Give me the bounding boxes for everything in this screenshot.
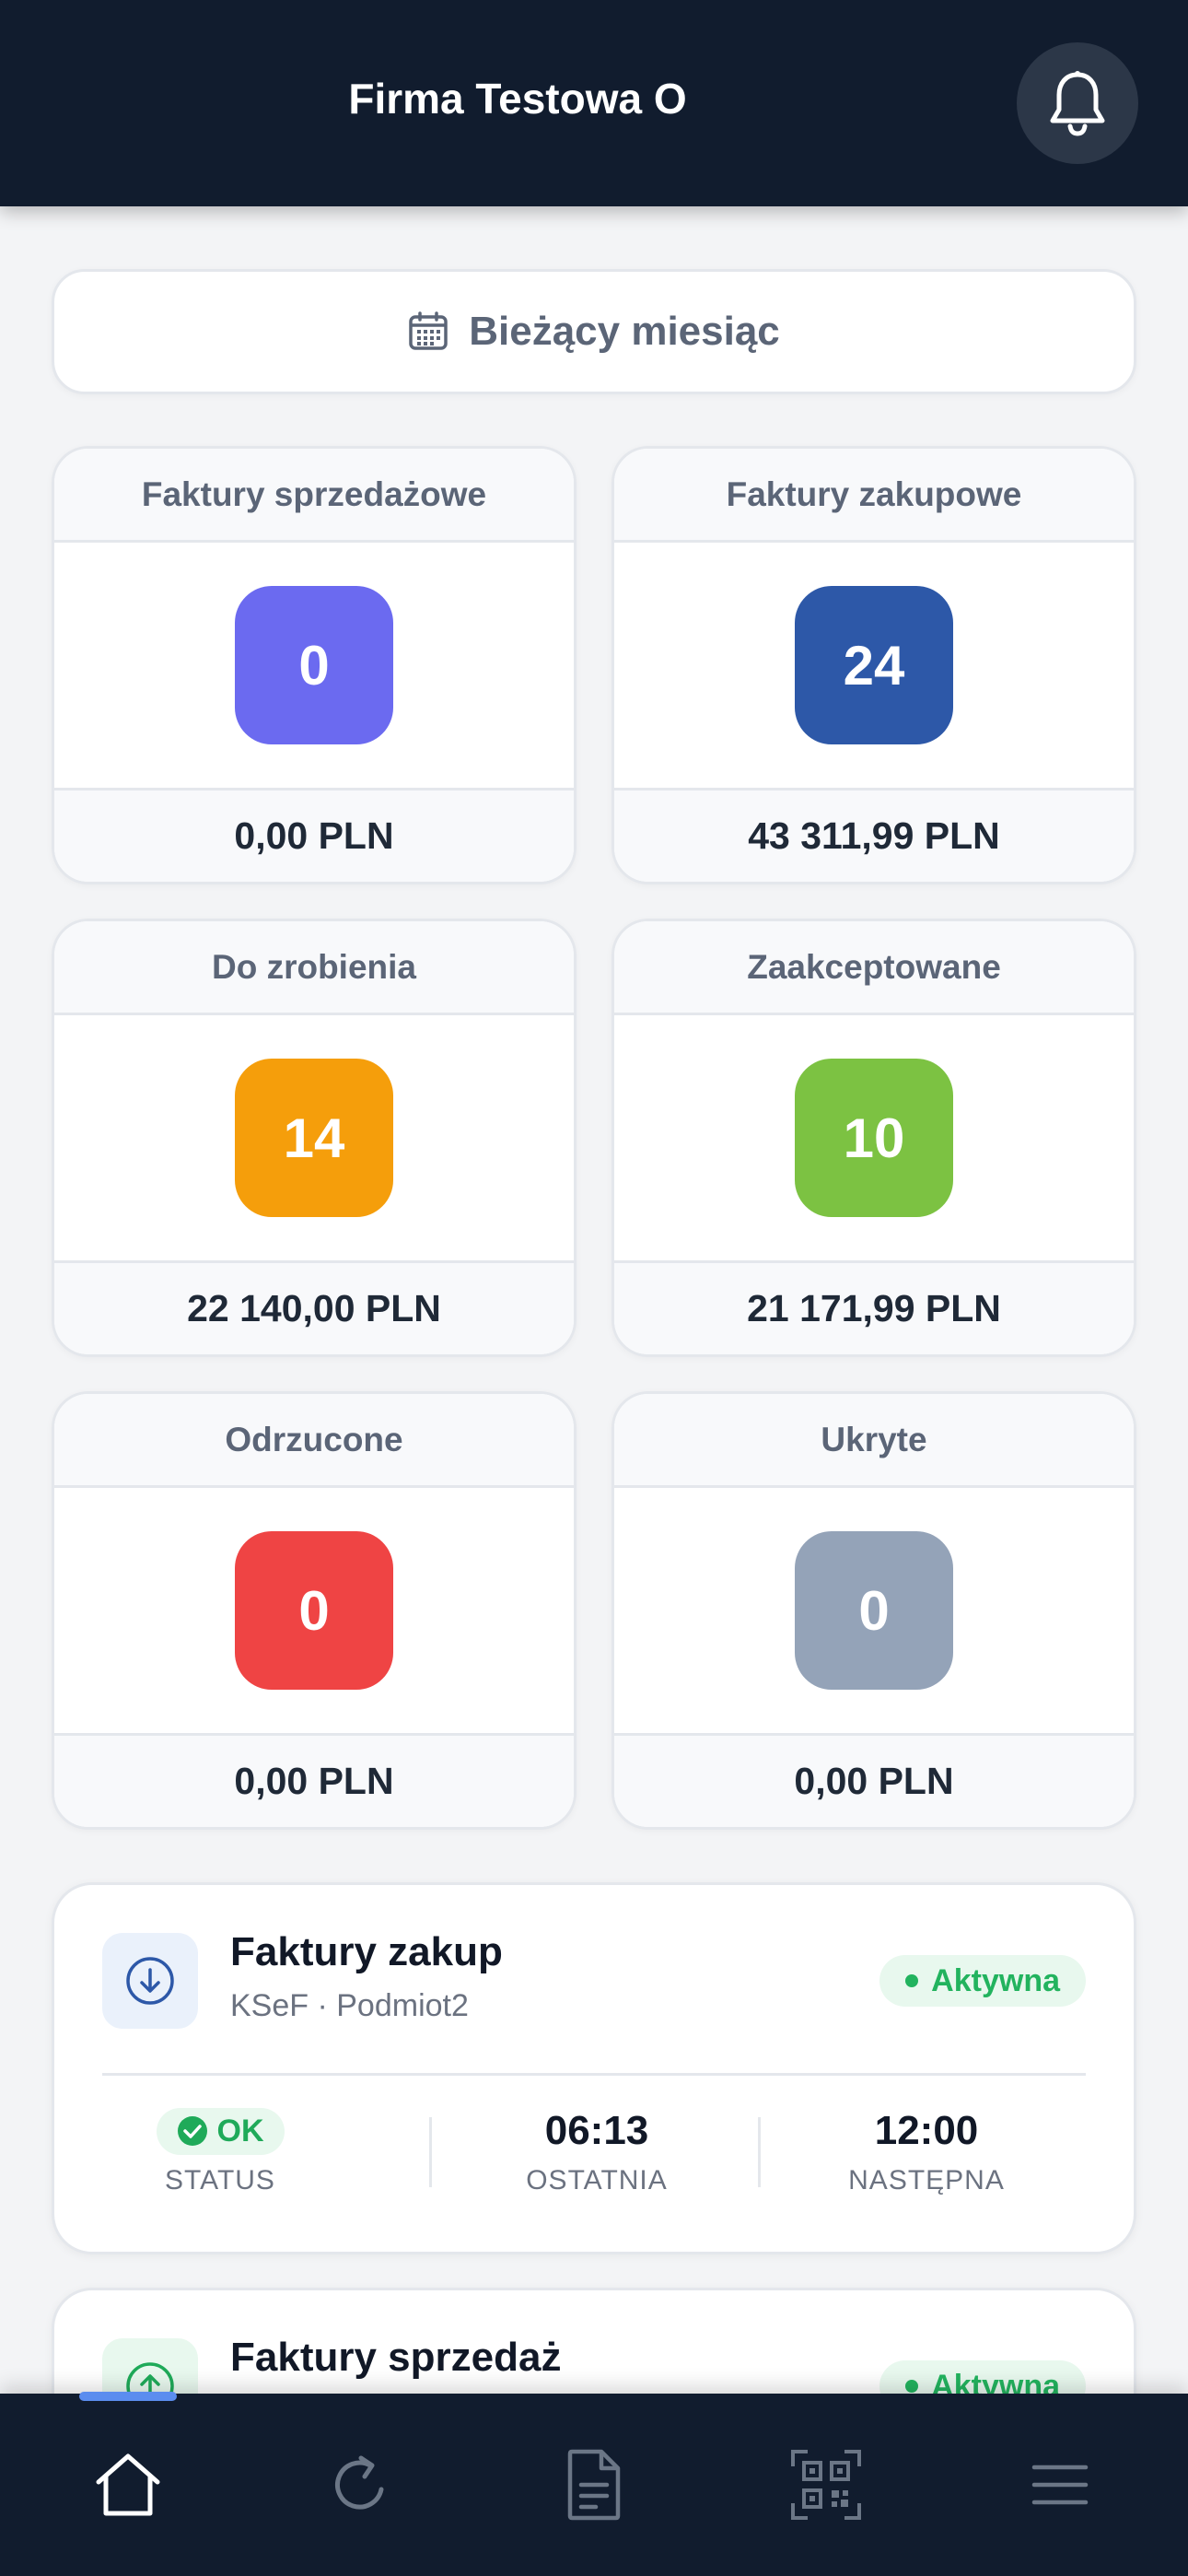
sync-card-title: Faktury zakup	[230, 1929, 503, 1974]
stat-card-sales-invoices[interactable]: Faktury sprzedażowe 0 0,00 PLN	[52, 446, 577, 884]
metric-status: OK STATUS	[54, 2102, 386, 2196]
metric-label: NASTĘPNA	[848, 2165, 1005, 2195]
stat-card-title: Zaakceptowane	[614, 921, 1134, 1015]
period-selector-button[interactable]: Bieżący miesiąc	[52, 269, 1136, 394]
stat-count-badge: 24	[795, 586, 953, 744]
stat-amount: 21 171,99 PLN	[614, 1260, 1134, 1354]
menu-icon	[1031, 2465, 1089, 2505]
nav-documents[interactable]	[475, 2394, 713, 2576]
stat-card-to-do[interactable]: Do zrobienia 14 22 140,00 PLN	[52, 919, 577, 1357]
stat-card-title: Faktury sprzedażowe	[54, 449, 574, 543]
metric-last-sync: 06:13 OSTATNIA	[431, 2102, 763, 2196]
nav-qr-scanner[interactable]	[707, 2394, 945, 2576]
stat-card-purchase-invoices[interactable]: Faktury zakupowe 24 43 311,99 PLN	[611, 446, 1136, 884]
stat-count-badge: 14	[235, 1059, 393, 1217]
status-value: OK	[216, 2113, 264, 2149]
nav-menu[interactable]	[941, 2394, 1179, 2576]
period-label: Bieżący miesiąc	[469, 309, 780, 354]
notifications-button[interactable]	[1017, 42, 1138, 164]
stat-amount: 0,00 PLN	[54, 788, 574, 882]
stat-count-badge: 0	[235, 1531, 393, 1690]
stat-amount: 22 140,00 PLN	[54, 1260, 574, 1354]
status-badge: Aktywna	[879, 1955, 1086, 2007]
app-header: Firma Testowa O	[0, 0, 1188, 206]
stat-count-badge: 0	[795, 1531, 953, 1690]
last-sync-value: 06:13	[544, 2108, 649, 2153]
stat-amount: 0,00 PLN	[614, 1733, 1134, 1827]
calendar-icon	[409, 311, 448, 350]
active-dot-icon	[905, 1974, 919, 1987]
stat-count-badge: 0	[235, 586, 393, 744]
stat-card-title: Faktury zakupowe	[614, 449, 1134, 543]
bottom-navigation	[0, 2394, 1188, 2576]
sync-icon-box	[102, 1933, 198, 2029]
metric-label: OSTATNIA	[526, 2165, 668, 2195]
stat-card-rejected[interactable]: Odrzucone 0 0,00 PLN	[52, 1391, 577, 1830]
stat-card-title: Ukryte	[614, 1394, 1134, 1488]
active-dot-icon	[905, 2380, 919, 2393]
nav-sync[interactable]	[241, 2394, 479, 2576]
download-circle-icon	[126, 1957, 174, 2005]
status-badge-label: Aktywna	[931, 1962, 1060, 1998]
metric-label: STATUS	[165, 2165, 275, 2195]
refresh-icon	[335, 2455, 384, 2510]
stat-card-title: Odrzucone	[54, 1394, 574, 1488]
home-icon	[96, 2453, 160, 2516]
sync-card-subtitle: KSeF · Podmiot2	[230, 1988, 469, 2023]
nav-home[interactable]	[9, 2394, 247, 2576]
sync-card-title: Faktury sprzedaż	[230, 2335, 562, 2380]
ok-pill: OK	[156, 2107, 285, 2155]
divider	[102, 2073, 1086, 2076]
stat-count-badge: 10	[795, 1059, 953, 1217]
check-circle-icon	[177, 2116, 207, 2146]
metric-next-sync: 12:00 NASTĘPNA	[761, 2102, 1092, 2196]
active-tab-indicator	[79, 2392, 177, 2401]
stat-card-title: Do zrobienia	[54, 921, 574, 1015]
stat-amount: 0,00 PLN	[54, 1733, 574, 1827]
next-sync-value: 12:00	[874, 2108, 979, 2153]
stat-card-accepted[interactable]: Zaakceptowane 10 21 171,99 PLN	[611, 919, 1136, 1357]
stat-amount: 43 311,99 PLN	[614, 788, 1134, 882]
sync-card-purchase[interactable]: Faktury zakup KSeF · Podmiot2 Aktywna OK…	[52, 1882, 1136, 2254]
company-name: Firma Testowa O	[348, 75, 687, 123]
document-icon	[567, 2449, 621, 2521]
bell-icon	[1050, 71, 1105, 136]
stat-card-hidden[interactable]: Ukryte 0 0,00 PLN	[611, 1391, 1136, 1830]
qr-code-icon	[791, 2450, 861, 2520]
